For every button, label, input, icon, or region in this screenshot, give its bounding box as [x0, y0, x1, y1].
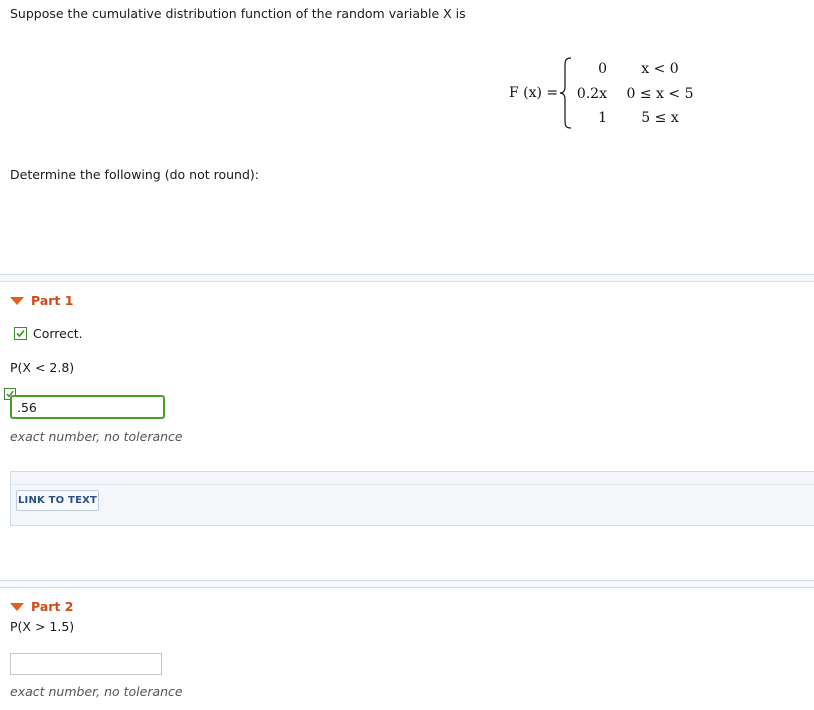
- case-value-1: 0.2x: [576, 86, 607, 102]
- case-condition-2: 5 ≤ x: [641, 110, 679, 126]
- section-divider: [0, 580, 814, 588]
- part1-title[interactable]: Part 1: [31, 293, 73, 308]
- part1-question: P(X < 2.8): [10, 360, 75, 375]
- part2-question: P(X > 1.5): [10, 619, 75, 634]
- case-value-2: 1: [598, 110, 607, 126]
- part1-answer-input[interactable]: [10, 395, 165, 419]
- status-text: Correct.: [33, 326, 83, 341]
- part2-answer-input[interactable]: [10, 653, 162, 675]
- correct-check-icon: [14, 327, 27, 340]
- link-panel: [10, 471, 814, 526]
- collapse-triangle-icon[interactable]: [10, 297, 24, 305]
- case-condition-1: 0 ≤ x < 5: [626, 86, 694, 102]
- case-condition-0: x < 0: [641, 61, 679, 77]
- question-prompt: Suppose the cumulative distribution func…: [10, 6, 466, 21]
- part2-title[interactable]: Part 2: [31, 599, 73, 614]
- link-to-text-button[interactable]: LINK TO TEXT: [16, 490, 99, 511]
- part2-tolerance-note: exact number, no tolerance: [10, 684, 183, 699]
- case-value-0: 0: [598, 61, 607, 77]
- collapse-triangle-icon[interactable]: [10, 603, 24, 611]
- section-divider: [0, 274, 814, 282]
- panel-divider: [11, 484, 814, 485]
- function-label: F (x) =: [509, 85, 559, 101]
- part1-tolerance-note: exact number, no tolerance: [10, 429, 183, 444]
- instruction-text: Determine the following (do not round):: [10, 167, 259, 182]
